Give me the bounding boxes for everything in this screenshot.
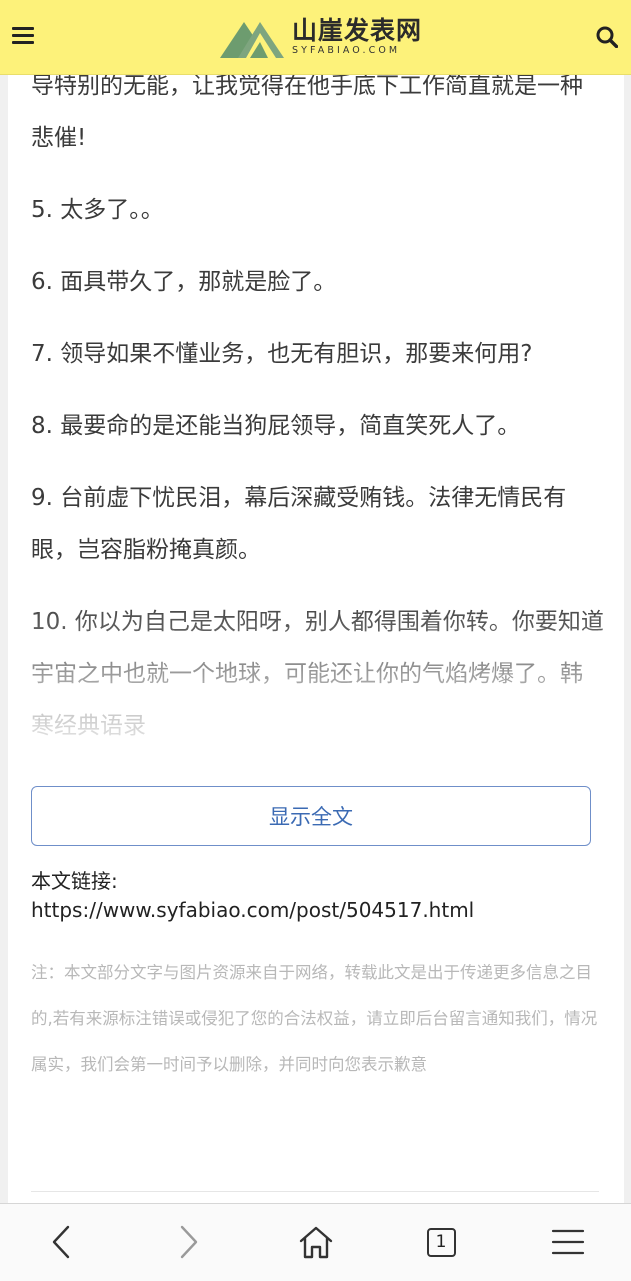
article-paragraph-faded: 10. 你以为自己是太阳呀，别人都得围着你转。你要知道宇宙之中也就一个地球，可能…: [31, 609, 604, 739]
article-paragraph: 8. 最要命的是还能当狗屁领导，简直笑死人了。: [31, 413, 521, 439]
divider: [31, 1191, 599, 1192]
menu-lines-icon: [551, 1229, 585, 1255]
logo-title: 山崖发表网: [292, 16, 423, 46]
tabs-button[interactable]: 1: [421, 1222, 461, 1262]
logo-mountain-icon: [220, 22, 284, 58]
site-logo[interactable]: 山崖发表网 SYFABIAO.COM: [220, 14, 422, 60]
article-link-url[interactable]: https://www.syfabiao.com/post/504517.htm…: [31, 896, 605, 925]
article-link-label: 本文链接:: [31, 869, 118, 893]
article-paragraph: 导特别的无能，让我觉得在他手底下工作简直就是一种悲催!: [31, 73, 583, 151]
forward-arrow-icon: [180, 1225, 198, 1259]
tab-count-badge: 1: [426, 1227, 456, 1257]
article-link-block: 本文链接: https://www.syfabiao.com/post/5045…: [31, 867, 605, 925]
browser-bottom-bar: 1: [0, 1203, 631, 1281]
article-paragraph: 5. 太多了。。: [31, 197, 164, 223]
show-full-text-button[interactable]: 显示全文: [31, 786, 591, 846]
article-paragraph: 7. 领导如果不懂业务，也无有胆识，那要来何用?: [31, 341, 533, 367]
site-header: 山崖发表网 SYFABIAO.COM: [0, 0, 631, 75]
logo-domain: SYFABIAO.COM: [292, 45, 401, 57]
search-icon[interactable]: [596, 26, 618, 48]
copyright-note: 注：本文部分文字与图片资源来自于网络，转载此文是出于传递更多信息之目的,若有来源…: [31, 963, 598, 1074]
hamburger-menu-icon[interactable]: [12, 27, 34, 45]
browser-menu-button[interactable]: [548, 1222, 588, 1262]
article-paragraph: 9. 台前虚下忧民泪，幕后深藏受贿钱。法律无情民有眼，岂容脂粉掩真颜。: [31, 485, 567, 563]
article-body: 导特别的无能，让我觉得在他手底下工作简直就是一种悲催! 5. 太多了。。 6. …: [31, 60, 605, 772]
home-icon: [299, 1226, 333, 1259]
back-arrow-icon: [52, 1225, 70, 1259]
back-button[interactable]: [42, 1222, 82, 1262]
home-button[interactable]: [296, 1222, 336, 1262]
forward-button[interactable]: [168, 1222, 208, 1262]
article-paragraph: 6. 面具带久了，那就是脸了。: [31, 269, 337, 295]
